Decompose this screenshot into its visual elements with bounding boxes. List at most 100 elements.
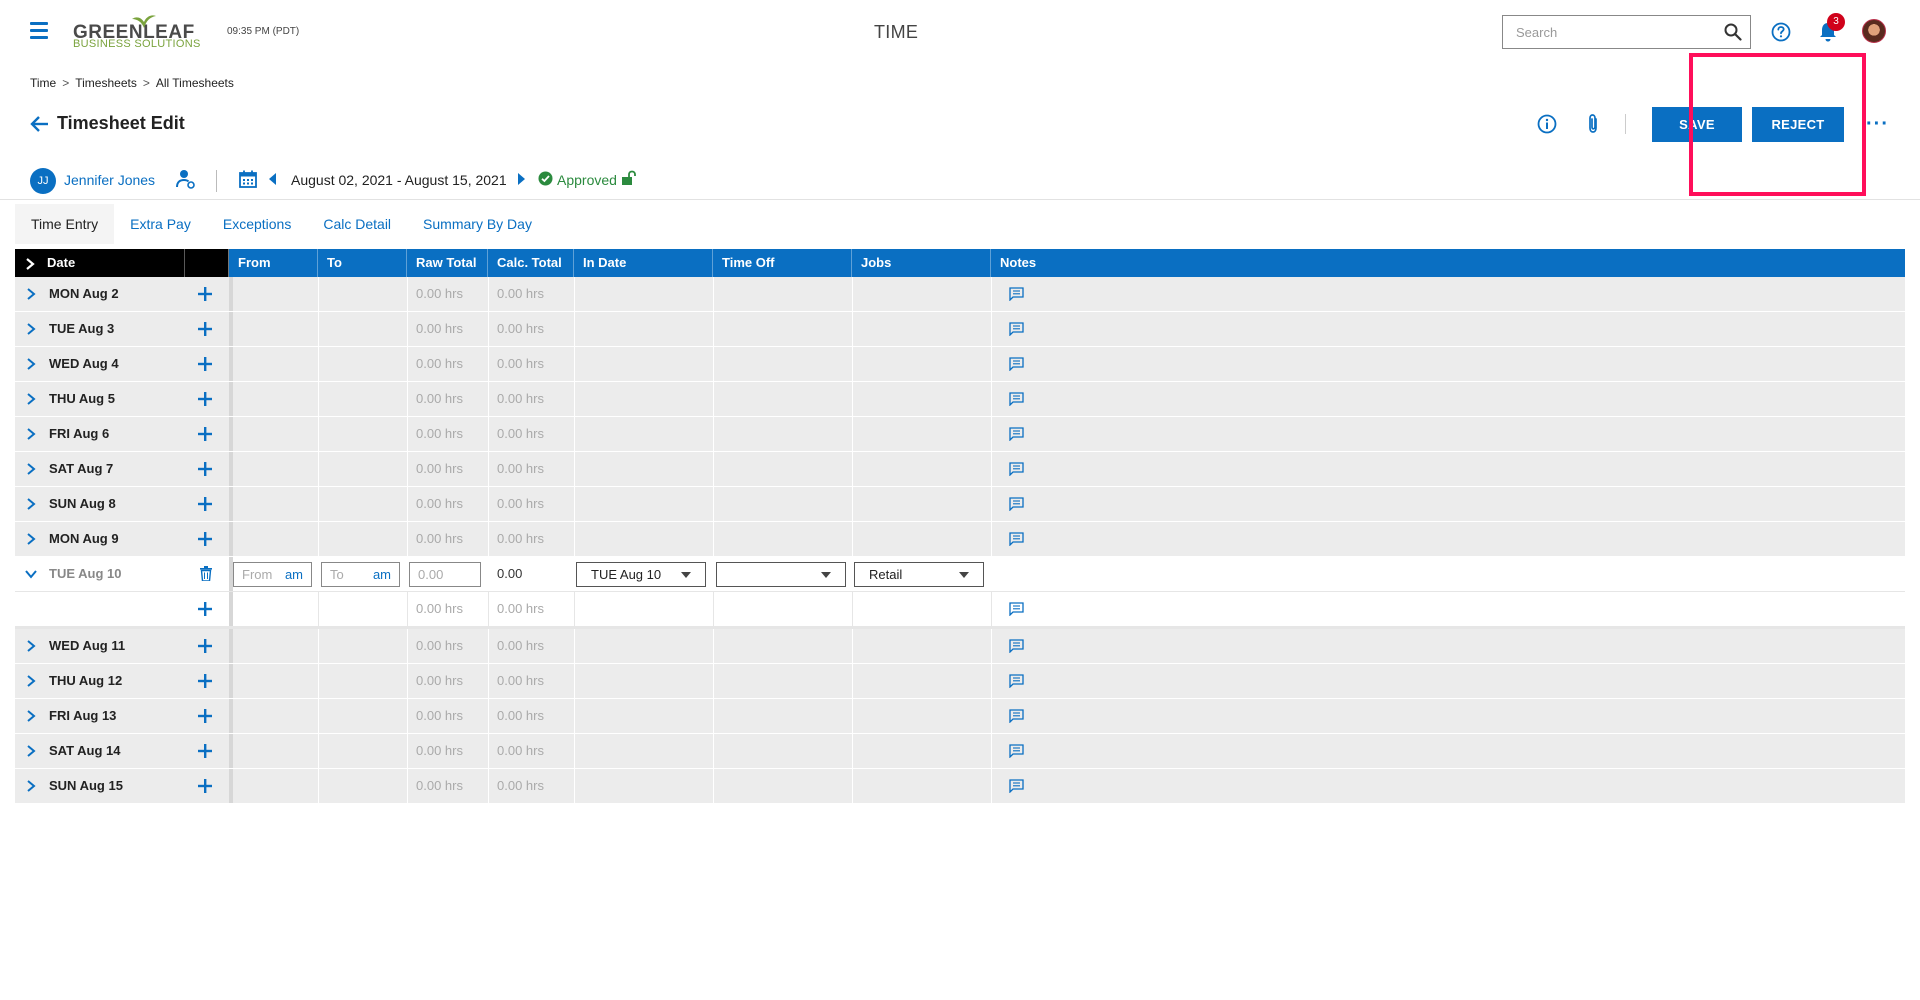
collapse-chevron-icon[interactable] (25, 568, 37, 580)
cell-divider (318, 699, 319, 733)
expand-chevron-icon[interactable] (25, 745, 37, 757)
approval-status: Approved (557, 172, 617, 188)
breadcrumb-item-timesheets[interactable]: Timesheets (75, 76, 137, 90)
calc-total-value: 0.00 (497, 566, 523, 581)
notes-icon[interactable] (1009, 744, 1024, 758)
expand-chevron-icon[interactable] (25, 780, 37, 792)
unlock-icon[interactable] (620, 170, 636, 186)
from-time-input[interactable]: From am (233, 562, 312, 587)
add-entry-icon[interactable] (198, 779, 212, 793)
delete-icon[interactable] (200, 566, 212, 581)
notes-icon[interactable] (1009, 532, 1024, 546)
to-time-input[interactable]: To am (321, 562, 400, 587)
reject-button[interactable]: REJECT (1752, 107, 1844, 142)
notes-icon[interactable] (1009, 497, 1024, 511)
column-header-calc-total: Calc. Total (488, 249, 574, 277)
expand-chevron-icon[interactable] (25, 358, 37, 370)
in-date-select[interactable]: TUE Aug 10 (576, 562, 706, 587)
notes-icon[interactable] (1009, 779, 1024, 793)
add-entry-icon[interactable] (198, 532, 212, 546)
paperclip-icon[interactable] (1583, 113, 1603, 135)
add-entry-icon[interactable] (198, 497, 212, 511)
table-row: THU Aug 5 0.00 hrs 0.00 hrs (15, 382, 1905, 417)
expand-chevron-icon[interactable] (25, 463, 37, 475)
add-entry-icon[interactable] (198, 744, 212, 758)
search-icon[interactable] (1724, 23, 1742, 41)
notes-icon[interactable] (1009, 602, 1024, 616)
add-entry-icon[interactable] (198, 674, 212, 688)
add-entry-icon[interactable] (198, 392, 212, 406)
to-ampm[interactable]: am (373, 563, 391, 586)
notes-icon[interactable] (1009, 639, 1024, 653)
add-entry-icon[interactable] (198, 639, 212, 653)
table-row: WED Aug 11 0.00 hrs 0.00 hrs (15, 629, 1905, 664)
breadcrumb-item-all-timesheets[interactable]: All Timesheets (156, 76, 234, 90)
cell-divider (713, 417, 714, 451)
add-entry-icon[interactable] (198, 427, 212, 441)
column-header-in-date: In Date (574, 249, 713, 277)
expand-chevron-icon[interactable] (25, 393, 37, 405)
add-entry-icon[interactable] (198, 287, 212, 301)
tab-time-entry[interactable]: Time Entry (15, 204, 115, 246)
user-avatar[interactable] (1862, 19, 1886, 43)
row-date-label: SUN Aug 15 (49, 778, 123, 793)
tab-calc-detail[interactable]: Calc Detail (307, 204, 407, 246)
employee-settings-icon[interactable] (176, 168, 196, 190)
menu-icon[interactable] (30, 22, 48, 40)
expand-chevron-icon[interactable] (25, 288, 37, 300)
tab-summary-by-day[interactable]: Summary By Day (407, 204, 548, 246)
notes-icon[interactable] (1009, 462, 1024, 476)
notes-icon[interactable] (1009, 674, 1024, 688)
save-button[interactable]: SAVE (1652, 107, 1742, 142)
column-header-date[interactable]: Date (15, 249, 185, 277)
cell-divider (852, 769, 853, 803)
cell-divider (713, 277, 714, 311)
back-arrow-icon[interactable] (30, 114, 50, 134)
search-input[interactable] (1503, 16, 1713, 48)
notes-icon[interactable] (1009, 392, 1024, 406)
previous-period-icon[interactable] (269, 173, 276, 185)
expand-chevron-icon[interactable] (25, 710, 37, 722)
notes-icon[interactable] (1009, 427, 1024, 441)
calendar-icon[interactable] (238, 169, 258, 189)
notes-icon[interactable] (1009, 322, 1024, 336)
table-row: FRI Aug 6 0.00 hrs 0.00 hrs (15, 417, 1905, 452)
tab-extra-pay[interactable]: Extra Pay (114, 204, 207, 246)
raw-total-input[interactable]: 0.00 (409, 562, 481, 587)
cell-divider (318, 592, 319, 626)
add-entry-icon[interactable] (198, 602, 212, 616)
time-off-select[interactable] (716, 562, 846, 587)
expand-chevron-icon[interactable] (25, 675, 37, 687)
from-ampm[interactable]: am (285, 563, 303, 586)
expand-chevron-icon[interactable] (25, 498, 37, 510)
cell-divider (318, 487, 319, 521)
cell-divider (318, 769, 319, 803)
add-entry-icon[interactable] (198, 322, 212, 336)
in-date-value: TUE Aug 10 (591, 567, 662, 582)
add-entry-icon[interactable] (198, 357, 212, 371)
job-select[interactable]: Retail (854, 562, 984, 587)
more-options-icon[interactable]: ··· (1866, 114, 1889, 134)
expand-chevron-icon[interactable] (25, 428, 37, 440)
expand-chevron-icon[interactable] (25, 640, 37, 652)
rows-after-group: WED Aug 11 0.00 hrs 0.00 hrs THU Aug 12 0.00… (15, 629, 1905, 804)
expand-all-icon[interactable] (25, 258, 35, 270)
employee-name-link[interactable]: Jennifer Jones (64, 172, 155, 188)
tab-exceptions[interactable]: Exceptions (207, 204, 307, 246)
breadcrumb-item-time[interactable]: Time (30, 76, 56, 90)
clock-text: 09:35 PM (PDT) (227, 26, 300, 37)
calc-total-value: 0.00 hrs (497, 708, 544, 723)
info-icon[interactable] (1537, 114, 1557, 134)
notes-icon[interactable] (1009, 357, 1024, 371)
add-entry-icon[interactable] (198, 462, 212, 476)
employee-divider (216, 170, 217, 192)
next-period-icon[interactable] (518, 173, 525, 185)
help-icon[interactable] (1771, 22, 1791, 42)
expand-chevron-icon[interactable] (25, 323, 37, 335)
add-entry-icon[interactable] (198, 709, 212, 723)
notes-icon[interactable] (1009, 709, 1024, 723)
raw-total-value: 0.00 hrs (416, 531, 463, 546)
notes-icon[interactable] (1009, 287, 1024, 301)
job-value: Retail (869, 567, 903, 582)
expand-chevron-icon[interactable] (25, 533, 37, 545)
